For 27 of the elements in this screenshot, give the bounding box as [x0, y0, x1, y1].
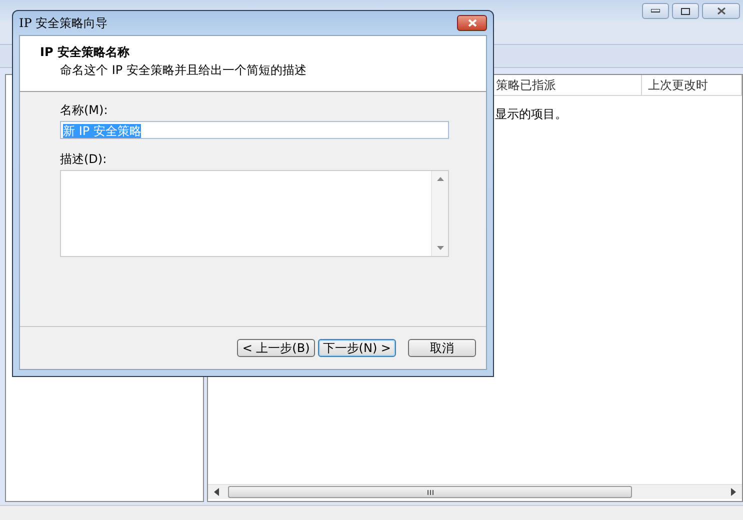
description-field[interactable]: [60, 170, 449, 257]
horizontal-scrollbar[interactable]: [208, 484, 742, 499]
description-label: 描述(D):: [60, 151, 108, 168]
close-button[interactable]: [457, 15, 487, 31]
next-button[interactable]: 下一步(N) >: [318, 339, 396, 357]
back-button[interactable]: < 上一步(B): [237, 339, 315, 357]
close-button[interactable]: [702, 3, 740, 19]
page-heading: IP 安全策略名称: [40, 44, 130, 61]
cancel-button[interactable]: 取消: [408, 339, 476, 357]
name-label: 名称(M):: [60, 102, 109, 119]
up-arrow-icon: [436, 177, 444, 181]
empty-message: 显示的项目。: [495, 107, 567, 121]
left-arrow-icon: [212, 488, 222, 496]
minimize-icon: [651, 9, 660, 13]
close-icon: [468, 19, 476, 27]
column-header[interactable]: 策略已指派: [496, 78, 556, 92]
vertical-scrollbar[interactable]: [431, 171, 448, 256]
grip-icon: [426, 490, 434, 494]
minimize-button[interactable]: [642, 3, 669, 19]
close-icon: [716, 7, 726, 15]
maximize-button[interactable]: [672, 3, 699, 19]
down-arrow-icon: [436, 246, 444, 250]
page-description: 命名这个 IP 安全策略并且给出一个简短的描述: [59, 62, 308, 79]
column-header[interactable]: 上次更改时: [648, 78, 708, 92]
dialog-title: IP 安全策略向导: [19, 14, 108, 32]
right-arrow-icon: [728, 488, 738, 496]
maximize-icon: [681, 8, 690, 14]
